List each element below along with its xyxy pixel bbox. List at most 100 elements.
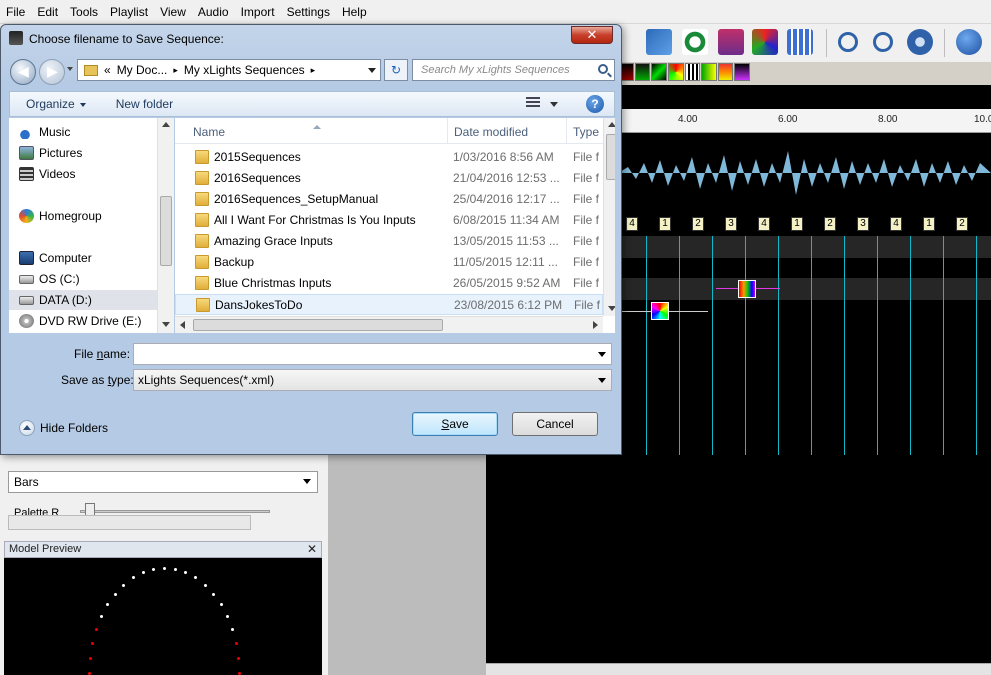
- menu-edit[interactable]: Edit: [31, 5, 64, 19]
- menu-audio[interactable]: Audio: [192, 5, 235, 19]
- palette-slider-track[interactable]: [80, 510, 270, 513]
- scroll-down-icon[interactable]: [162, 322, 170, 327]
- effect-icon-3[interactable]: [651, 63, 667, 81]
- forward-button[interactable]: ▶: [39, 59, 65, 85]
- breadcrumb-my-documents[interactable]: My Doc...: [117, 63, 168, 77]
- timing-mark[interactable]: 4: [758, 217, 770, 231]
- chevron-down-icon[interactable]: [368, 68, 376, 73]
- menu-tools[interactable]: Tools: [64, 5, 104, 19]
- scroll-left-icon[interactable]: [180, 321, 185, 329]
- menu-playlist[interactable]: Playlist: [104, 5, 154, 19]
- nav-item-videos[interactable]: Videos: [9, 164, 157, 184]
- breadcrumb-separator[interactable]: ▸: [173, 65, 178, 76]
- timing-mark[interactable]: 1: [923, 217, 935, 231]
- chevron-down-icon[interactable]: [598, 352, 606, 357]
- save-button[interactable]: Save: [412, 412, 498, 436]
- file-row[interactable]: Blue Christmas Inputs 26/05/2015 9:52 AM F…: [175, 273, 603, 294]
- nav-item-pictures[interactable]: Pictures: [9, 143, 157, 163]
- file-row[interactable]: 2015Sequences 1/03/2016 8:56 AM File f: [175, 147, 603, 168]
- file-row[interactable]: 2016Sequences_SetupManual 25/04/2016 12:1…: [175, 189, 603, 210]
- nav-item-os-c[interactable]: OS (C:): [9, 269, 157, 289]
- column-name[interactable]: Name: [193, 125, 225, 139]
- tree-icon[interactable]: [682, 29, 708, 55]
- effect-type-select[interactable]: Bars: [8, 471, 318, 493]
- column-date-modified[interactable]: Date modified: [454, 125, 528, 139]
- house-icon[interactable]: [718, 29, 744, 55]
- file-row[interactable]: DansJokesToDo 23/08/2015 6:12 PM File f: [175, 294, 603, 315]
- save-as-type-select[interactable]: xLights Sequences(*.xml): [133, 369, 612, 391]
- nav-item-music[interactable]: Music: [9, 122, 157, 142]
- effect-block[interactable]: [651, 302, 669, 320]
- effect-icon-4[interactable]: [667, 63, 684, 81]
- file-row[interactable]: 2016Sequences 21/04/2016 12:53 ... File f: [175, 168, 603, 189]
- file-row[interactable]: Amazing Grace Inputs 13/05/2015 11:53 ...…: [175, 231, 603, 252]
- timing-mark[interactable]: 3: [857, 217, 869, 231]
- scroll-thumb[interactable]: [160, 196, 172, 266]
- time-ruler[interactable]: 4.00 6.00 8.00 10.0: [618, 109, 991, 133]
- scroll-thumb[interactable]: [606, 134, 615, 180]
- close-icon[interactable]: ✕: [307, 542, 317, 556]
- model-row[interactable]: [618, 278, 991, 300]
- column-divider[interactable]: [447, 118, 448, 144]
- new-folder-button[interactable]: New folder: [116, 97, 173, 111]
- effect-icon-8[interactable]: [734, 63, 750, 81]
- grid-horizontal-scrollbar[interactable]: [486, 663, 991, 675]
- column-type[interactable]: Type: [573, 125, 599, 139]
- menu-file[interactable]: File: [0, 5, 31, 19]
- refresh-button[interactable]: ↻: [384, 59, 408, 81]
- info-icon[interactable]: [956, 29, 982, 55]
- hide-folders-button[interactable]: Hide Folders: [19, 420, 108, 436]
- zoom-out-icon[interactable]: [873, 32, 893, 52]
- file-row[interactable]: Backup 11/05/2015 12:11 ... File f: [175, 252, 603, 273]
- effect-icon-6[interactable]: [701, 63, 717, 81]
- column-divider[interactable]: [566, 118, 567, 144]
- file-list-vertical-scrollbar[interactable]: [603, 118, 615, 316]
- grid-icon[interactable]: [787, 29, 813, 55]
- timing-mark[interactable]: 2: [956, 217, 968, 231]
- nav-item-data-d[interactable]: DATA (D:): [9, 290, 157, 310]
- gear-icon[interactable]: [907, 29, 933, 55]
- close-button[interactable]: ✕: [571, 26, 613, 44]
- breadcrumb-separator[interactable]: ▸: [311, 65, 316, 76]
- view-options-icon[interactable]: [526, 97, 540, 109]
- timing-mark[interactable]: 4: [626, 217, 638, 231]
- effect-block[interactable]: [738, 280, 756, 298]
- model-preview-canvas[interactable]: [4, 558, 322, 675]
- timing-mark[interactable]: 2: [692, 217, 704, 231]
- timing-mark[interactable]: 1: [659, 217, 671, 231]
- address-overflow[interactable]: «: [104, 63, 111, 77]
- color-wheel-icon[interactable]: [752, 29, 778, 55]
- scroll-right-icon[interactable]: [593, 321, 598, 329]
- nav-pane-scrollbar[interactable]: [157, 118, 174, 333]
- effect-icon-2[interactable]: [634, 63, 651, 81]
- timing-mark[interactable]: 2: [824, 217, 836, 231]
- back-button[interactable]: ◀: [10, 59, 36, 85]
- chevron-down-icon[interactable]: [550, 102, 558, 107]
- menu-view[interactable]: View: [154, 5, 192, 19]
- search-input[interactable]: Search My xLights Sequences: [412, 59, 615, 81]
- layers-icon[interactable]: [646, 29, 672, 55]
- file-row[interactable]: All I Want For Christmas Is You Inputs 6/…: [175, 210, 603, 231]
- settings-scrollbar[interactable]: [8, 515, 251, 530]
- organize-button[interactable]: Organize: [26, 97, 86, 111]
- scroll-thumb[interactable]: [193, 319, 443, 331]
- model-row[interactable]: [618, 236, 991, 258]
- timing-mark[interactable]: 3: [725, 217, 737, 231]
- timing-mark[interactable]: 1: [791, 217, 803, 231]
- scroll-up-icon[interactable]: [162, 122, 170, 127]
- scroll-down-icon[interactable]: [608, 306, 615, 311]
- file-list-horizontal-scrollbar[interactable]: [175, 316, 603, 333]
- cancel-button[interactable]: Cancel: [512, 412, 598, 436]
- nav-item-dvd-e[interactable]: DVD RW Drive (E:): [9, 311, 157, 331]
- effect-icon-7[interactable]: [717, 63, 734, 81]
- timing-track[interactable]: 4 1 2 3 4 1 2 3 4 1 2: [618, 213, 991, 235]
- menu-help[interactable]: Help: [336, 5, 373, 19]
- breadcrumb-my-xlights-sequences[interactable]: My xLights Sequences: [184, 63, 305, 77]
- scroll-up-icon[interactable]: [608, 122, 615, 127]
- help-icon[interactable]: ?: [586, 95, 604, 113]
- menu-settings[interactable]: Settings: [281, 5, 336, 19]
- timing-mark[interactable]: 4: [890, 217, 902, 231]
- address-bar[interactable]: « My Doc... ▸ My xLights Sequences ▸: [77, 59, 381, 81]
- menu-import[interactable]: Import: [235, 5, 281, 19]
- audio-waveform[interactable]: [618, 133, 991, 213]
